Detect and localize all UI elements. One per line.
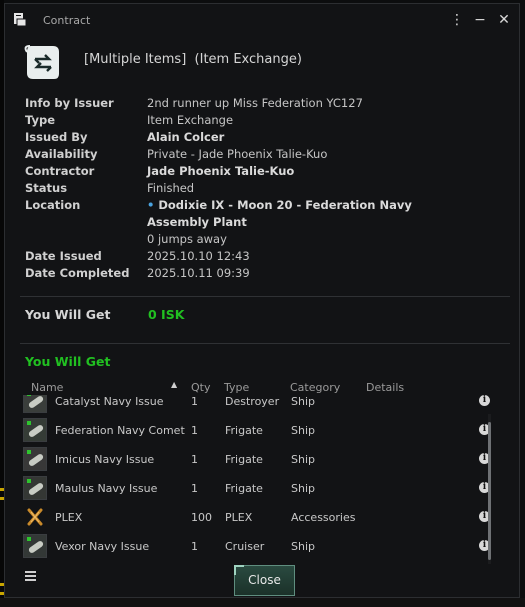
info-label: Status [25,181,68,195]
info-row-issued-by: Issued By Alain Colcer [25,129,505,146]
item-name: Maulus Navy Issue [55,482,158,495]
contractor-link[interactable]: Jade Phoenix Talie-Kuo [147,163,477,180]
column-header-name[interactable]: Name [31,381,63,394]
title-bar[interactable]: Contract ⋮ − ✕ [5,4,519,34]
item-category: Ship [291,453,315,466]
list-item[interactable]: Vexor Navy Issue 1 Cruiser Ship i [20,532,505,561]
item-type: Frigate [225,453,263,466]
info-row-jumps: 0 jumps away [25,231,505,248]
contract-title: [Multiple Items] (Item Exchange) [84,52,302,67]
item-name: Imicus Navy Issue [55,453,155,466]
location-link[interactable]: • Dodixie IX - Moon 20 - Federation Navy … [147,197,477,231]
divider [20,296,510,297]
item-qty: 1 [191,453,198,466]
info-row-location: Location • Dodixie IX - Moon 20 - Federat… [25,197,505,231]
info-value: Item Exchange [147,113,234,127]
info-row-info-by-issuer: Info by Issuer 2nd runner up Miss Federa… [25,95,505,112]
scrollbar-thumb[interactable] [488,422,491,560]
background-taskbar [0,598,525,607]
more-options-icon[interactable]: ⋮ [448,11,466,29]
item-category: Ship [291,482,315,495]
item-qty: 1 [191,395,198,408]
item-qty: 1 [191,540,198,553]
ship-icon [23,418,47,442]
ship-icon [23,534,47,558]
info-label: Location [25,198,81,212]
security-status-dot: • [147,198,155,212]
item-qty: 100 [191,511,212,524]
item-type: PLEX [225,511,253,524]
item-qty: 1 [191,482,198,495]
list-item[interactable]: Imicus Navy Issue 1 Frigate Ship i [20,445,505,474]
item-name: Vexor Navy Issue [55,540,150,553]
item-name: Federation Navy Comet [55,424,185,437]
contract-app-icon [14,13,26,26]
isk-amount: 0 ISK [148,307,185,322]
item-name: PLEX [55,511,83,524]
item-type: Frigate [225,482,263,495]
jumps-away: 0 jumps away [147,232,227,246]
item-exchange-contract-icon [24,45,59,79]
info-label: Contractor [25,164,95,178]
info-row-status: Status Finished [25,180,505,197]
hamburger-menu-icon[interactable] [25,571,36,582]
item-name: Catalyst Navy Issue [55,395,164,408]
info-label: Info by Issuer [25,96,114,110]
item-type: Frigate [225,424,263,437]
you-will-get-items-label: You Will Get [25,354,111,369]
ship-icon [23,447,47,471]
item-category: Ship [291,540,315,553]
status-value: Finished [147,181,195,195]
list-item[interactable]: Catalyst Navy Issue 1 Destroyer Ship i [20,395,505,416]
info-row-availability: Availability Private - Jade Phoenix Tali… [25,146,505,163]
list-item[interactable]: PLEX 100 PLEX Accessories i [20,503,505,532]
you-will-get-isk-label: You Will Get [25,307,111,322]
info-row-type: Type Item Exchange [25,112,505,129]
items-list[interactable]: Catalyst Navy Issue 1 Destroyer Ship i F… [20,395,505,567]
info-row-contractor: Contractor Jade Phoenix Talie-Kuo [25,163,505,180]
plex-icon [27,508,43,526]
sort-ascending-icon[interactable]: ▲ [171,380,177,389]
column-header-qty[interactable]: Qty [191,381,210,394]
info-icon[interactable]: i [479,395,490,406]
info-label: Issued By [25,130,88,144]
info-value: 2nd runner up Miss Federation YC127 [147,96,363,110]
minimize-icon[interactable]: − [471,11,489,29]
contract-info: Info by Issuer 2nd runner up Miss Federa… [25,95,505,282]
issuer-link[interactable]: Alain Colcer [147,129,477,146]
contract-window: Contract ⋮ − ✕ [Multiple Items] (Item Ex… [4,3,520,598]
close-button[interactable]: Close [234,565,295,596]
item-category: Ship [291,424,315,437]
item-type: Destroyer [225,395,280,408]
info-value: Private - Jade Phoenix Talie-Kuo [147,147,328,161]
info-value: 2025.10.11 09:39 [147,266,250,280]
list-item[interactable]: Federation Navy Comet 1 Frigate Ship i [20,416,505,445]
info-label: Date Completed [25,266,130,280]
close-window-icon[interactable]: ✕ [495,11,513,29]
column-header-type[interactable]: Type [224,381,249,394]
ship-icon [23,395,47,413]
info-label: Availability [25,147,98,161]
info-label: Type [25,113,56,127]
item-qty: 1 [191,424,198,437]
item-category: Ship [291,395,315,408]
window-title: Contract [43,14,91,27]
location-name[interactable]: Dodixie IX - Moon 20 - Federation Navy A… [147,198,412,229]
list-item[interactable]: Maulus Navy Issue 1 Frigate Ship i [20,474,505,503]
info-row-date-issued: Date Issued 2025.10.10 12:43 [25,248,505,265]
ship-icon [23,476,47,500]
divider [20,343,510,344]
column-header-category[interactable]: Category [290,381,340,394]
info-row-date-completed: Date Completed 2025.10.11 09:39 [25,265,505,282]
item-type: Cruiser [225,540,265,553]
info-value: 2025.10.10 12:43 [147,249,250,263]
column-header-details[interactable]: Details [366,381,404,394]
item-category: Accessories [291,511,356,524]
info-label: Date Issued [25,249,102,263]
